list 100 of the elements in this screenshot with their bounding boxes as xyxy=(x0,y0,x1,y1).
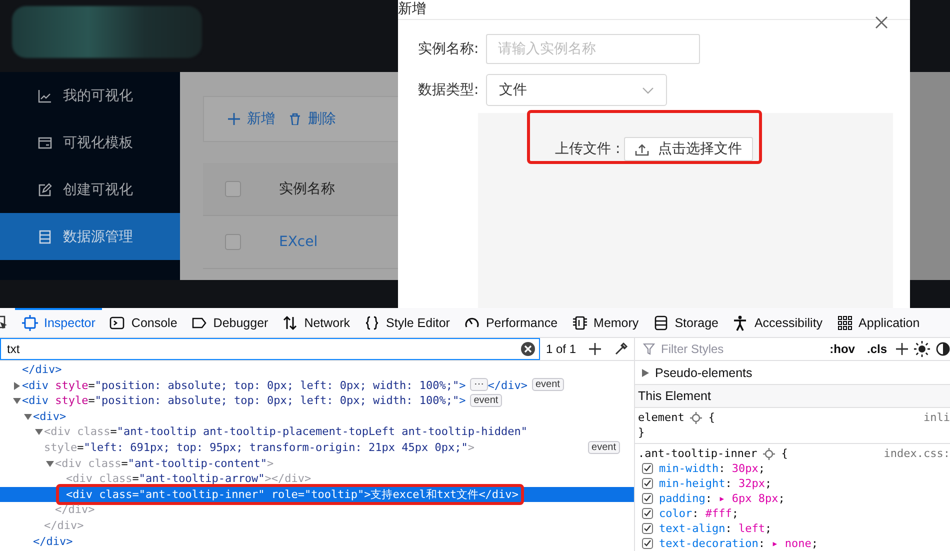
source-link[interactable]: index.css: xyxy=(884,446,950,461)
tree-row[interactable]: <div style="position: absolute; top: 0px; left: 0px; width: 100%;"> event xyxy=(0,393,634,409)
markup-text: </div> xyxy=(55,502,95,518)
tree-row[interactable]: <div class="ant-tooltip-content"> xyxy=(0,456,634,472)
devtools-tab[interactable]: Inspector xyxy=(15,308,102,337)
checkbox[interactable] xyxy=(225,181,241,197)
add-icon[interactable] xyxy=(589,343,602,355)
markup-text: <div style="position: absolute; top: 0px; left: 0px; width: 100%;"> xyxy=(22,393,466,409)
checkbox[interactable] xyxy=(642,463,653,474)
collapsed-content-badge[interactable]: ⋯ xyxy=(470,378,488,392)
crosshair-icon[interactable] xyxy=(763,448,776,460)
edit-icon xyxy=(38,182,52,196)
trash-icon xyxy=(289,113,301,125)
event-badge[interactable]: event xyxy=(588,440,620,454)
dialog-title: 新增 xyxy=(398,0,910,20)
tree-row[interactable]: <div> xyxy=(0,408,634,424)
devtools-tab[interactable]: Console xyxy=(102,308,184,337)
contrast-icon[interactable] xyxy=(936,342,950,356)
sidebar-item[interactable]: 可视化模板 xyxy=(0,119,180,166)
list-icon xyxy=(38,230,52,244)
filter-icon xyxy=(643,343,655,355)
css-declaration: text-align: left; xyxy=(659,521,772,536)
checkbox[interactable] xyxy=(642,508,653,519)
up-down-arrows-icon xyxy=(282,314,298,330)
tree-row[interactable]: </div> xyxy=(0,534,634,550)
grid-icon xyxy=(836,314,853,330)
tree-row[interactable]: <div class="ant-tooltip-inner" role="tooltip">支持excel和txt文件</div> xyxy=(0,486,634,502)
checkbox[interactable] xyxy=(642,523,653,534)
checkbox[interactable] xyxy=(642,538,653,549)
devtools-tab[interactable]: Storage xyxy=(646,308,726,337)
upload-button[interactable]: 点击选择文件 xyxy=(624,137,754,161)
upload-icon xyxy=(635,142,650,156)
disclosure-triangle-icon[interactable] xyxy=(12,397,22,406)
markup-text: <div class="ant-tooltip-content"> xyxy=(55,456,274,472)
disclosure-triangle-icon[interactable] xyxy=(642,368,649,376)
markup-text: <div> xyxy=(33,408,66,424)
column-header: 实例名称 xyxy=(279,180,335,198)
disclosure-triangle-icon[interactable] xyxy=(12,382,22,390)
css-declaration: padding: ▸ 6px 8px; xyxy=(659,491,785,506)
markup-text: <div class="ant-tooltip-inner" role="tooltip">支持excel和txt文件</div> xyxy=(66,486,518,502)
event-badge[interactable]: event xyxy=(532,378,564,392)
event-badge[interactable]: event xyxy=(470,394,502,407)
braces-icon xyxy=(364,314,380,330)
section-label[interactable]: Pseudo-elements xyxy=(655,366,752,380)
disclosure-triangle-icon[interactable] xyxy=(34,428,44,436)
devtools-tab[interactable]: Performance xyxy=(456,308,565,337)
close-icon[interactable] xyxy=(875,16,888,29)
disclosure-triangle-icon[interactable] xyxy=(45,460,55,468)
section-header: This Element xyxy=(638,389,711,403)
field-label: 上传文件 : xyxy=(555,140,620,159)
sun-icon[interactable] xyxy=(914,341,930,357)
tree-row[interactable]: <div class="ant-tooltip-arrow"></div> xyxy=(0,471,634,487)
css-brace: } xyxy=(638,425,646,440)
checkbox[interactable] xyxy=(642,478,653,489)
markup-text: </div> xyxy=(488,378,528,394)
search-field[interactable]: txt xyxy=(0,338,540,360)
box-icon xyxy=(652,314,669,330)
clear-icon[interactable] xyxy=(520,341,536,357)
chevron-down-icon xyxy=(642,86,654,94)
devtools-tab[interactable]: Memory xyxy=(564,308,646,337)
line-chart-icon xyxy=(38,88,52,102)
sidebar-item[interactable]: 我的可视化 xyxy=(0,72,180,119)
markup-text: <div style="position: absolute; top: 0px; left: 0px; width: 100%;"> xyxy=(22,378,466,394)
tree-row[interactable]: <div style="position: absolute; top: 0px; left: 0px; width: 100%;"> ⋯ </div> event xyxy=(0,378,634,394)
css-declaration: color: #fff; xyxy=(659,506,738,521)
eyedropper-icon[interactable] xyxy=(614,342,628,356)
devtools-tab[interactable]: Network xyxy=(275,308,358,337)
text-input[interactable]: 请输入实例名称 xyxy=(486,34,700,64)
sidebar-item[interactable]: 数据源管理 xyxy=(0,213,180,260)
checkbox[interactable] xyxy=(642,493,653,504)
disclosure-triangle-icon[interactable] xyxy=(23,412,33,421)
checkbox[interactable] xyxy=(225,234,241,250)
select-field[interactable]: 文件 xyxy=(486,74,667,106)
select-value: 文件 xyxy=(499,81,527,99)
devtools-tab[interactable]: Debugger xyxy=(184,308,276,337)
tree-row[interactable]: <div class="ant-tooltip ant-tooltip-placement-topLeft ant-tooltip-hidden" style="left: 691px; top: 95px; transform-origin: 21px 45px 0px;"> event xyxy=(0,424,634,456)
field-label: 数据类型: xyxy=(418,81,480,99)
chip-icon xyxy=(572,314,588,330)
crosshair-square-icon xyxy=(22,314,38,330)
devtools-tab[interactable]: Accessibility xyxy=(725,308,830,337)
markup-text: </div> xyxy=(44,518,84,534)
crosshair-icon[interactable] xyxy=(690,412,702,424)
toggle-button[interactable]: :hov xyxy=(826,342,858,356)
match-count: 1 of 1 xyxy=(546,342,576,356)
css-brace: { xyxy=(708,410,715,425)
css-selector: .ant-tooltip-inner xyxy=(638,446,758,461)
plus-icon xyxy=(228,113,240,125)
tree-row[interactable]: </div> xyxy=(0,362,634,378)
field-label: 实例名称: xyxy=(418,40,480,58)
person-icon xyxy=(732,314,748,330)
devtools-tab[interactable]: Application xyxy=(830,308,927,337)
source-link[interactable]: inli xyxy=(924,410,950,425)
sidebar-item[interactable]: 创建可视化 xyxy=(0,166,180,213)
add-icon[interactable] xyxy=(896,343,908,355)
css-declaration: text-decoration: ▸ none; xyxy=(659,536,818,551)
toggle-button[interactable]: .cls xyxy=(864,342,890,356)
devtools-tab[interactable]: Style Editor xyxy=(357,308,457,337)
markup-text: </div> xyxy=(33,534,73,550)
css-selector: element xyxy=(638,410,684,425)
terminal-icon xyxy=(109,314,126,330)
